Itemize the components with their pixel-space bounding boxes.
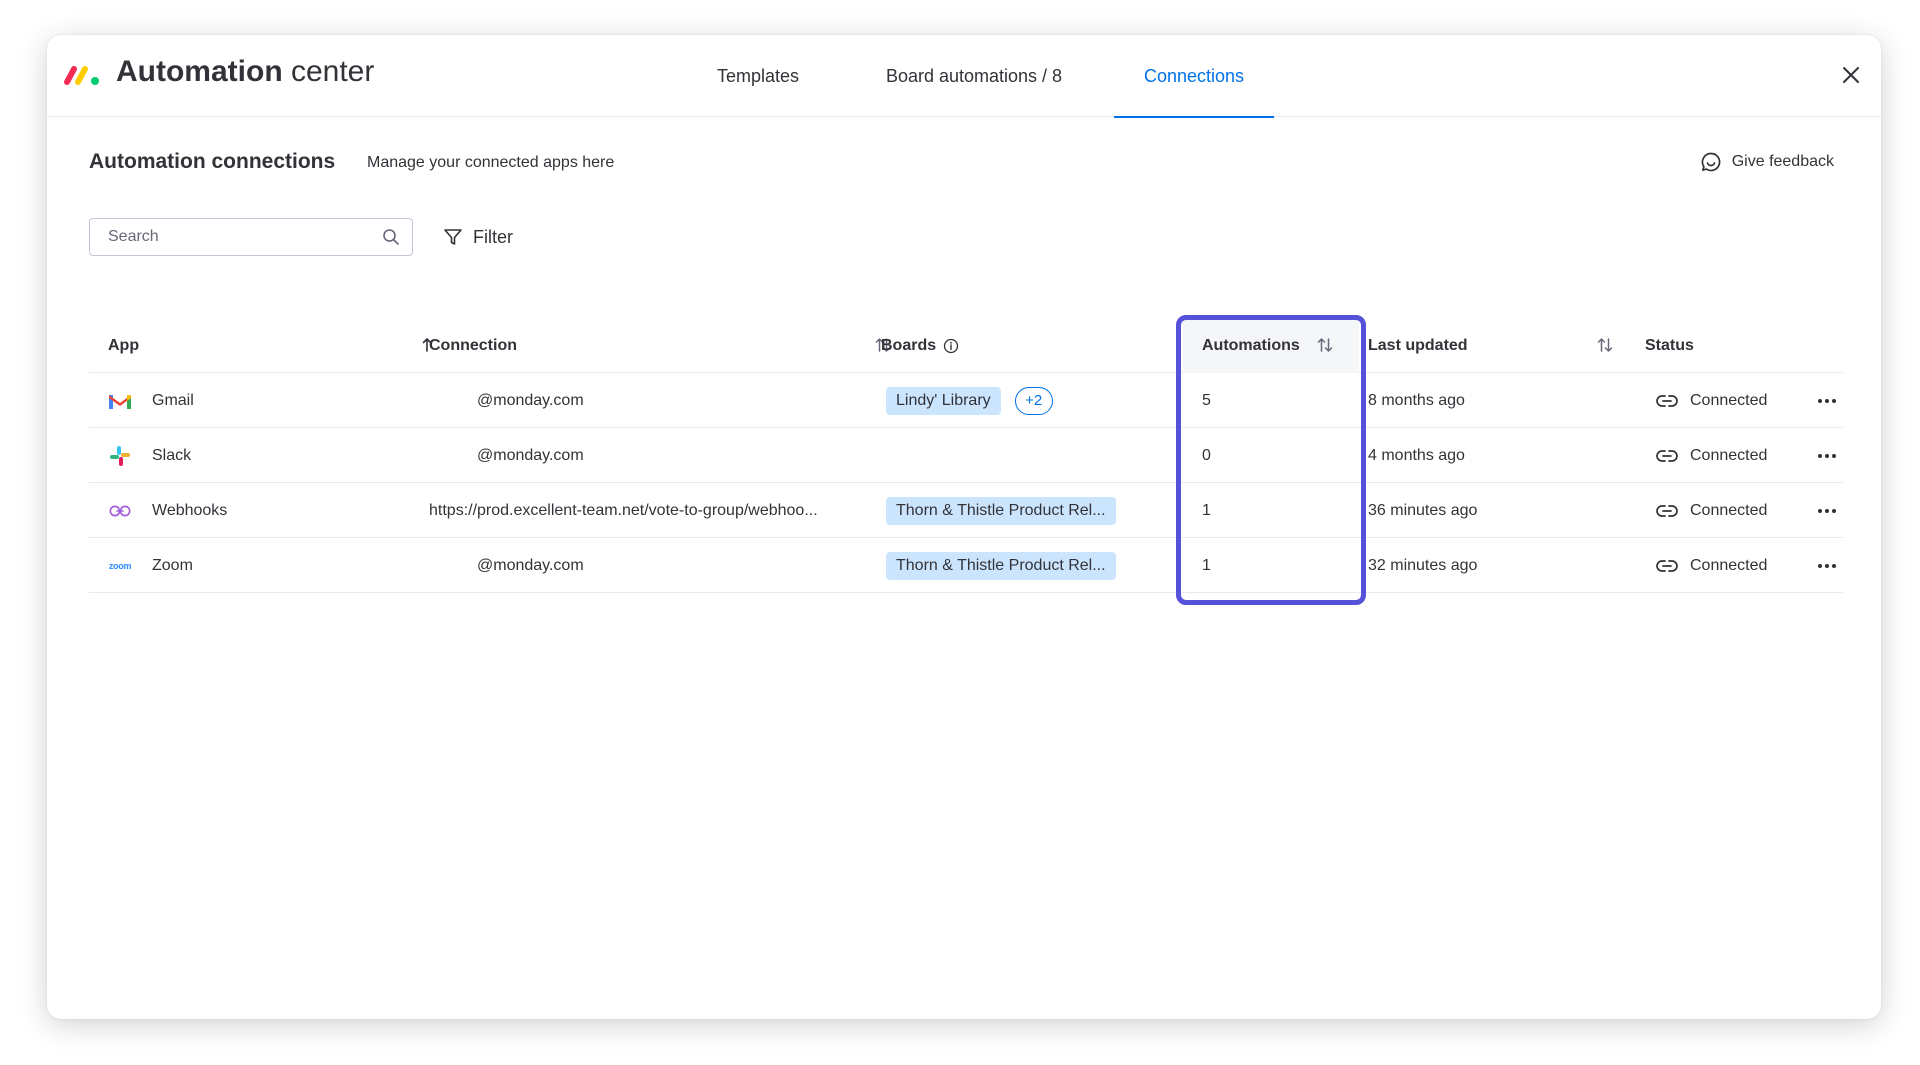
table-row: Webhooks https://prod.excellent-team.net… bbox=[89, 483, 1843, 538]
connection-cell: @monday.com bbox=[477, 446, 584, 464]
tab-board-automations[interactable]: Board automations / 8 bbox=[857, 35, 1091, 117]
last-updated-cell: 4 months ago bbox=[1368, 446, 1465, 464]
board-tag[interactable]: Lindy' Library bbox=[886, 386, 1001, 415]
table-row: Slack @monday.com 0 4 months ago Connect… bbox=[89, 428, 1843, 483]
filter-button[interactable]: Filter bbox=[437, 218, 519, 256]
feedback-icon bbox=[1701, 152, 1721, 172]
status-cell: Connected bbox=[1656, 483, 1767, 538]
status-cell: Connected bbox=[1656, 373, 1767, 428]
filter-icon bbox=[444, 229, 462, 245]
status-label: Connected bbox=[1690, 391, 1768, 409]
column-header-automations[interactable]: Automations bbox=[1202, 318, 1300, 373]
sort-icon[interactable] bbox=[1315, 335, 1335, 355]
boards-cell: Thorn & Thistle Product Rel... bbox=[886, 538, 1116, 593]
boards-header-label: Boards bbox=[881, 336, 937, 354]
more-options-icon bbox=[1818, 398, 1836, 403]
table-row: zoom Zoom @monday.com Thorn & Thistle Pr… bbox=[89, 538, 1843, 593]
more-boards-button[interactable]: +2 bbox=[1014, 386, 1053, 415]
app-name: Gmail bbox=[152, 391, 194, 409]
last-updated-cell: 36 minutes ago bbox=[1368, 501, 1478, 519]
more-options-icon bbox=[1818, 508, 1836, 513]
automations-count: 0 bbox=[1202, 446, 1211, 464]
boards-cell: Thorn & Thistle Product Rel... bbox=[886, 483, 1116, 538]
app-name: Webhooks bbox=[152, 501, 228, 519]
column-header-last-updated[interactable]: Last updated bbox=[1368, 318, 1468, 373]
status-label: Connected bbox=[1690, 446, 1768, 464]
connections-table: App Connection Boards Automations Last u… bbox=[89, 315, 1843, 605]
row-menu-button[interactable] bbox=[1817, 373, 1837, 428]
connection-cell: @monday.com bbox=[477, 556, 584, 574]
more-options-icon bbox=[1818, 563, 1836, 568]
zoom-icon: zoom bbox=[108, 554, 132, 578]
last-updated-cell: 32 minutes ago bbox=[1368, 556, 1478, 574]
monday-logo-icon bbox=[64, 66, 99, 85]
tab-templates[interactable]: Templates bbox=[682, 35, 834, 117]
info-icon[interactable] bbox=[943, 338, 959, 354]
search-icon bbox=[383, 229, 399, 245]
status-cell: Connected bbox=[1656, 538, 1767, 593]
search-input[interactable] bbox=[108, 228, 382, 246]
column-header-status[interactable]: Status bbox=[1645, 318, 1694, 373]
link-icon bbox=[1656, 504, 1678, 518]
connection-cell: https://prod.excellent-team.net/vote-to-… bbox=[429, 501, 818, 519]
search-box[interactable] bbox=[89, 218, 413, 256]
app-cell: Webhooks bbox=[108, 483, 227, 538]
link-icon bbox=[1656, 449, 1678, 463]
filter-label: Filter bbox=[473, 226, 513, 247]
board-tag[interactable]: Thorn & Thistle Product Rel... bbox=[886, 551, 1116, 580]
table-header-row: App Connection Boards Automations Last u… bbox=[89, 318, 1843, 373]
connection-cell: @monday.com bbox=[477, 391, 584, 409]
column-header-app[interactable]: App bbox=[108, 318, 139, 373]
row-menu-button[interactable] bbox=[1817, 428, 1837, 483]
table-row: Gmail @monday.com Lindy' Library +2 5 8 … bbox=[89, 373, 1843, 428]
automations-count: 1 bbox=[1202, 501, 1211, 519]
close-icon bbox=[1843, 67, 1859, 83]
webhooks-icon bbox=[108, 499, 132, 523]
give-feedback-label: Give feedback bbox=[1731, 153, 1834, 170]
more-options-icon bbox=[1818, 453, 1836, 458]
app-cell: zoom Zoom bbox=[108, 538, 193, 593]
boards-cell: Lindy' Library +2 bbox=[886, 373, 1053, 428]
app-cell: Gmail bbox=[108, 373, 194, 428]
give-feedback-button[interactable]: Give feedback bbox=[1700, 149, 1834, 175]
modal-header: Automation center Templates Board automa… bbox=[47, 35, 1881, 118]
status-cell: Connected bbox=[1656, 428, 1767, 483]
link-icon bbox=[1656, 394, 1678, 408]
column-header-connection[interactable]: Connection bbox=[429, 318, 517, 373]
row-menu-button[interactable] bbox=[1817, 538, 1837, 593]
slack-icon bbox=[108, 444, 132, 468]
tab-connections[interactable]: Connections bbox=[1114, 35, 1274, 118]
last-updated-cell: 8 months ago bbox=[1368, 391, 1465, 409]
page-title: Automation connections bbox=[89, 150, 336, 173]
column-header-boards[interactable]: Boards bbox=[881, 318, 959, 373]
automations-count: 1 bbox=[1202, 556, 1211, 574]
gmail-icon bbox=[108, 389, 132, 413]
sort-icon[interactable] bbox=[1595, 335, 1615, 355]
app-title: Automation center bbox=[116, 55, 375, 88]
status-label: Connected bbox=[1690, 556, 1768, 574]
row-menu-button[interactable] bbox=[1817, 483, 1837, 538]
app-name: Slack bbox=[152, 446, 192, 464]
zoom-logo-text: zoom bbox=[108, 560, 132, 571]
close-button[interactable] bbox=[1831, 55, 1871, 95]
link-icon bbox=[1656, 559, 1678, 573]
board-tag[interactable]: Thorn & Thistle Product Rel... bbox=[886, 496, 1116, 525]
status-label: Connected bbox=[1690, 501, 1768, 519]
app-name: Zoom bbox=[152, 556, 193, 574]
app-cell: Slack bbox=[108, 428, 191, 483]
automation-center-modal: Automation center Templates Board automa… bbox=[47, 35, 1881, 1019]
page-subtitle: Manage your connected apps here bbox=[367, 154, 615, 171]
automations-count: 5 bbox=[1202, 391, 1211, 409]
